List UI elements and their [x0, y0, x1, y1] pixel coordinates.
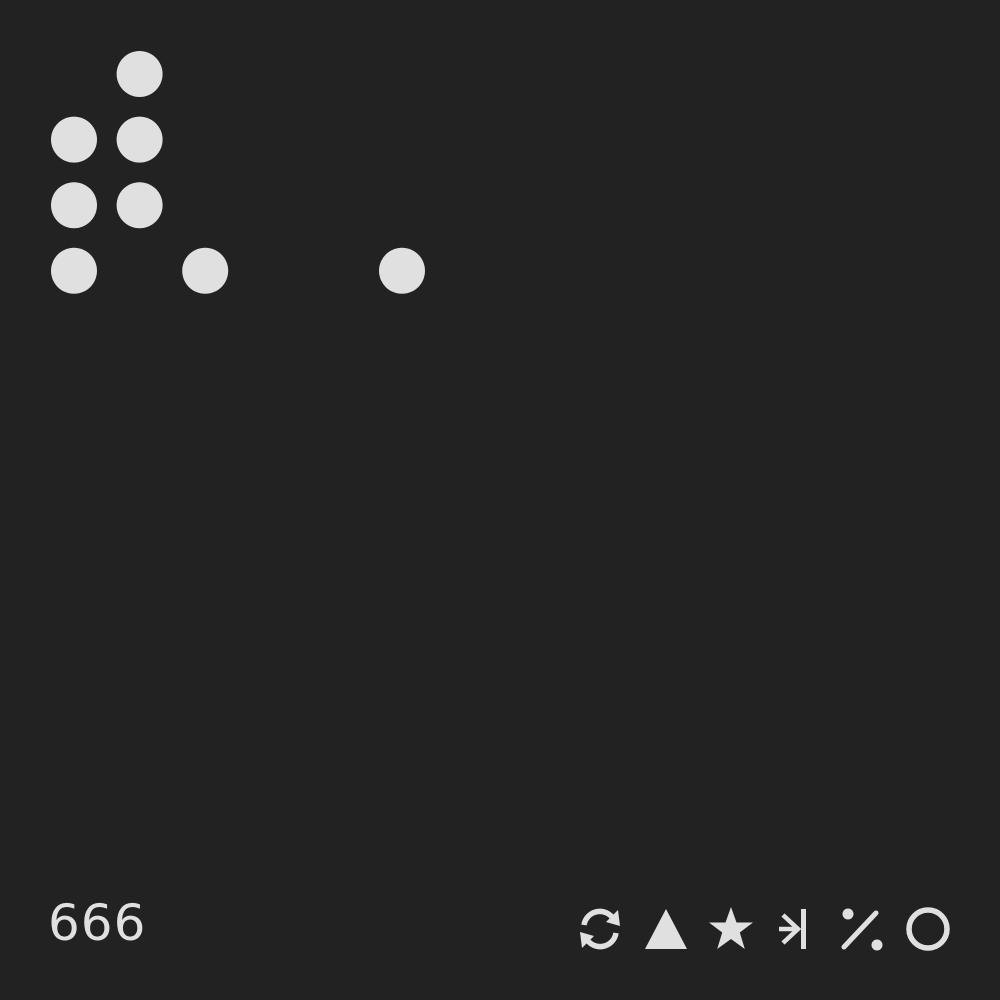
dot [51, 182, 97, 229]
star-icon [705, 903, 757, 955]
dot [51, 116, 97, 163]
icon-row [574, 903, 956, 955]
refresh-icon [574, 903, 626, 955]
canvas: 666 [0, 0, 1000, 1000]
dot [182, 247, 229, 294]
dot [116, 51, 163, 97]
dot [116, 182, 163, 229]
merge-arrows-icon [771, 903, 823, 955]
dot-pattern [51, 51, 425, 294]
dot [379, 247, 425, 294]
number-label: 666 [48, 894, 147, 952]
circle-icon [902, 903, 954, 955]
dot [51, 247, 97, 294]
dot [116, 116, 163, 163]
percent-icon [836, 903, 888, 955]
triangle-icon [640, 903, 692, 955]
